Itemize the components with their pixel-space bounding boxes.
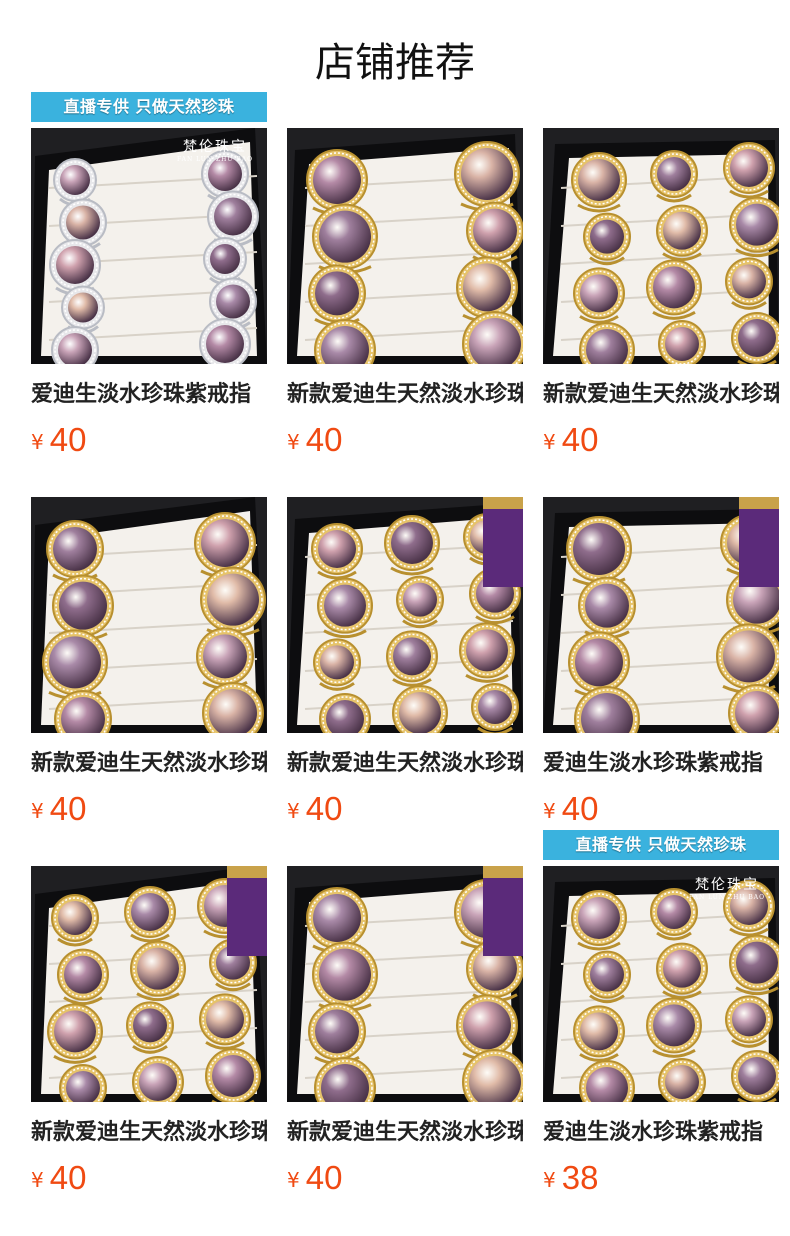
brand-logo-cn: 梵伦珠宝 [182, 139, 247, 155]
product-price: ¥40 [543, 789, 598, 829]
currency-symbol: ¥ [543, 1168, 556, 1192]
product-price: ¥40 [287, 420, 342, 460]
price-value: 40 [49, 1159, 87, 1196]
product-image[interactable] [31, 497, 267, 733]
brand-logo-cn: 梵伦珠宝 [694, 877, 759, 893]
brand-logo-en: FAN LUN ZHU BAO [176, 156, 253, 163]
product-image[interactable] [543, 866, 779, 1102]
product-photo [31, 128, 267, 364]
product-photo [31, 497, 267, 733]
price-value: 40 [305, 1159, 343, 1196]
product-photo [543, 128, 779, 364]
product-price: ¥40 [31, 420, 86, 460]
currency-symbol: ¥ [31, 799, 44, 823]
product-title[interactable]: 新款爱迪生天然淡水珍珠戒指 [287, 1116, 523, 1150]
brand-logo-en: FAN LUN ZHU BAO [688, 894, 765, 901]
product-title[interactable]: 爱迪生淡水珍珠紫戒指 [543, 1116, 779, 1150]
page-title: 店铺推荐 [315, 40, 475, 86]
product-price: ¥40 [31, 789, 86, 829]
product-title[interactable]: 新款爱迪生天然淡水珍珠戒指 [287, 747, 523, 781]
price-value: 40 [561, 421, 599, 458]
currency-symbol: ¥ [287, 430, 300, 454]
product-price: ¥40 [31, 1158, 86, 1198]
product-title[interactable]: 新款爱迪生天然淡水珍珠戒指 [31, 747, 267, 781]
product-image[interactable] [31, 866, 267, 1102]
product-title[interactable]: 新款爱迪生天然淡水珍珠戒指 [31, 1116, 267, 1150]
product-image[interactable] [287, 866, 523, 1102]
product-price: ¥40 [287, 789, 342, 829]
currency-symbol: ¥ [31, 1168, 44, 1192]
currency-symbol: ¥ [287, 799, 300, 823]
product-title[interactable]: 爱迪生淡水珍珠紫戒指 [543, 747, 779, 781]
price-value: 38 [561, 1159, 599, 1196]
product-photo [543, 497, 779, 733]
product-price: ¥40 [287, 1158, 342, 1198]
brand-logo: 梵伦珠宝 FAN LUN ZHU BAO [689, 874, 765, 901]
currency-symbol: ¥ [31, 430, 44, 454]
product-image[interactable] [31, 128, 267, 364]
product-image[interactable] [287, 497, 523, 733]
currency-symbol: ¥ [287, 1168, 300, 1192]
product-photo [287, 866, 523, 1102]
brand-logo: 梵伦珠宝 FAN LUN ZHU BAO [177, 136, 253, 163]
currency-symbol: ¥ [543, 799, 556, 823]
product-image[interactable] [287, 128, 523, 364]
price-value: 40 [305, 421, 343, 458]
product-title[interactable]: 爱迪生淡水珍珠紫戒指 [31, 378, 267, 412]
product-photo [287, 497, 523, 733]
currency-symbol: ¥ [543, 430, 556, 454]
product-image[interactable] [543, 497, 779, 733]
product-price: ¥40 [543, 420, 598, 460]
product-title[interactable]: 新款爱迪生天然淡水珍珠戒指 [543, 378, 779, 412]
price-value: 40 [561, 790, 599, 827]
promo-banner: 直播专供 只做天然珍珠 [31, 92, 267, 122]
price-value: 40 [49, 790, 87, 827]
product-photo [287, 128, 523, 364]
product-photo [31, 866, 267, 1102]
product-image[interactable] [543, 128, 779, 364]
price-value: 40 [49, 421, 87, 458]
product-price: ¥38 [543, 1158, 598, 1198]
product-title[interactable]: 新款爱迪生天然淡水珍珠戒指 [287, 378, 523, 412]
product-photo [543, 866, 779, 1102]
price-value: 40 [305, 790, 343, 827]
promo-banner: 直播专供 只做天然珍珠 [543, 830, 779, 860]
